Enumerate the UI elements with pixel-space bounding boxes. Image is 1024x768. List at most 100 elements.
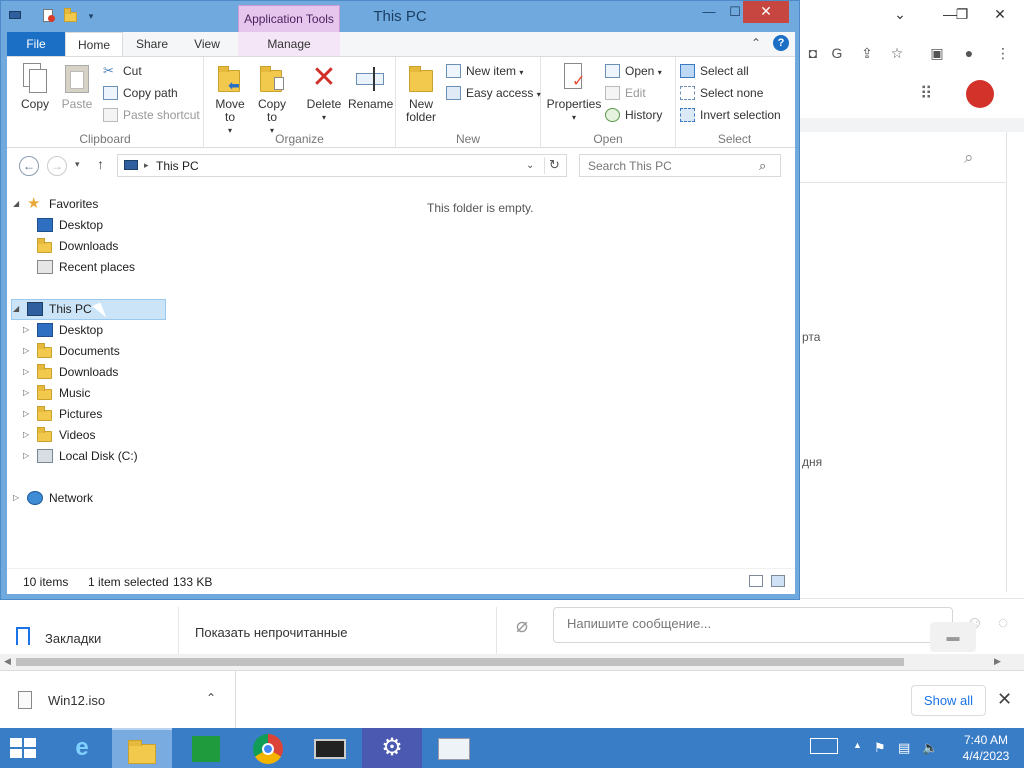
expand-arrow-icon[interactable]: ▷ — [23, 341, 29, 361]
collapse-arrow-icon[interactable]: ◢ — [13, 299, 19, 319]
divider — [496, 607, 497, 655]
remote-desktop-icon[interactable] — [300, 728, 360, 768]
up-button[interactable]: ↑ — [97, 156, 104, 172]
paperclip-icon[interactable]: ⌀ — [516, 613, 528, 638]
delete-button[interactable]: ✕ Delete ▾ — [304, 61, 344, 124]
collapse-arrow-icon[interactable]: ◢ — [13, 194, 19, 214]
rename-button[interactable]: Rename — [348, 61, 393, 111]
tab-home[interactable]: Home — [65, 32, 123, 56]
expand-arrow-icon[interactable]: ▷ — [23, 446, 29, 466]
recent-locations-icon[interactable]: ▾ — [75, 159, 80, 170]
share-icon[interactable]: ⇪ — [858, 44, 876, 62]
history-button[interactable]: History — [605, 105, 662, 125]
copy-to-button[interactable]: Copy to ▾ — [252, 61, 292, 137]
browser-restore-button[interactable]: ❐ — [948, 2, 976, 26]
apps-grid-icon[interactable]: ⠿ — [920, 84, 940, 104]
side-panel-icon[interactable]: ▣ — [928, 44, 946, 62]
properties-button[interactable]: ✓ Properties ▾ — [545, 61, 603, 124]
store-icon[interactable] — [176, 728, 236, 768]
menu-icon[interactable]: ⋮ — [994, 44, 1012, 62]
horizontal-scrollbar[interactable]: ◀ ▶ — [0, 654, 1024, 670]
forward-button[interactable]: → — [47, 156, 67, 176]
clock-time[interactable]: 7:40 AM — [956, 733, 1016, 747]
show-all-button[interactable]: Show all — [911, 685, 986, 716]
large-icons-view-icon[interactable] — [771, 575, 785, 587]
action-center-flag-icon[interactable]: ⚑ — [874, 740, 886, 756]
paste-shortcut-label: Paste shortcut — [123, 108, 200, 122]
help-icon[interactable]: ? — [773, 35, 789, 51]
details-view-icon[interactable] — [749, 575, 763, 587]
invert-selection-button[interactable]: Invert selection — [680, 105, 781, 125]
send-icon[interactable]: ◌ — [998, 613, 1008, 633]
taskbar: e ⚙ ▲ ⚑ ▤ 🔈 7:40 AM 4/4/2023 — [0, 728, 1024, 768]
show-hidden-icons-icon[interactable]: ▲ — [853, 740, 862, 750]
refresh-icon[interactable]: ↻ — [544, 157, 564, 174]
copy-path-button[interactable]: Copy path — [103, 83, 178, 103]
tree-label: Music — [59, 386, 91, 400]
browser-close-button[interactable]: ✕ — [986, 2, 1014, 26]
performance-monitor-icon[interactable] — [424, 728, 484, 768]
scroll-left-icon[interactable]: ◀ — [4, 656, 11, 667]
select-none-button[interactable]: Select none — [680, 83, 763, 103]
scroll-right-icon[interactable]: ▶ — [994, 656, 1001, 667]
download-item[interactable]: Win12.iso ⌃ — [0, 671, 236, 729]
open-button[interactable]: Open ▾ — [605, 61, 662, 81]
tab-view[interactable]: View — [183, 32, 231, 56]
easy-access-button[interactable]: Easy access ▾ — [446, 83, 541, 103]
breadcrumb[interactable]: This PC — [156, 159, 199, 173]
expand-arrow-icon[interactable]: ▷ — [13, 488, 19, 508]
cut-label: Cut — [123, 64, 142, 78]
search-input[interactable]: Search This PC — [579, 154, 781, 177]
search-icon[interactable]: ⌕ — [759, 158, 766, 174]
expand-arrow-icon[interactable]: ▷ — [23, 362, 29, 382]
bookmark-star-icon[interactable]: ☆ — [888, 44, 906, 62]
back-button[interactable]: ← — [19, 156, 39, 176]
paste-button[interactable]: Paste — [57, 61, 97, 111]
chevron-up-icon[interactable]: ⌃ — [206, 691, 216, 705]
close-button[interactable]: ✕ — [743, 1, 789, 23]
start-button[interactable] — [10, 738, 38, 760]
internet-explorer-icon[interactable]: e — [52, 728, 112, 768]
tab-list-button[interactable]: ⌄ — [886, 2, 914, 26]
collapse-ribbon-icon[interactable]: ⌃ — [751, 36, 761, 50]
expand-arrow-icon[interactable]: ▷ — [23, 425, 29, 445]
clock-date[interactable]: 4/4/2023 — [956, 749, 1016, 763]
select-all-button[interactable]: Select all — [680, 61, 749, 81]
paste-shortcut-button[interactable]: Paste shortcut — [103, 105, 200, 125]
address-dropdown-icon[interactable]: ⌄ — [526, 160, 534, 171]
chat-bubble-icon[interactable]: ▬ — [930, 622, 976, 652]
expand-arrow-icon[interactable]: ▷ — [23, 383, 29, 403]
expand-arrow-icon[interactable]: ▷ — [23, 320, 29, 340]
scrollbar-thumb[interactable] — [16, 658, 904, 666]
keyboard-icon[interactable] — [810, 738, 838, 754]
translate-icon[interactable]: G — [828, 44, 846, 62]
volume-muted-icon[interactable]: 🔈 — [922, 740, 938, 756]
videos-folder-icon — [37, 427, 53, 442]
settings-icon[interactable]: ⚙ — [362, 728, 422, 768]
close-icon[interactable]: ✕ — [997, 689, 1012, 710]
tab-file[interactable]: File — [7, 32, 65, 56]
message-input[interactable]: Напишите сообщение... — [553, 607, 953, 643]
file-explorer-icon[interactable] — [112, 728, 172, 768]
address-box[interactable]: ▸ This PC ⌄ ↻ — [117, 154, 567, 177]
tab-share[interactable]: Share — [127, 32, 177, 56]
lens-icon[interactable]: ◘ — [804, 44, 822, 62]
show-unread-link[interactable]: Показать непрочитанные — [195, 625, 348, 640]
expand-arrow-icon[interactable]: ▷ — [23, 404, 29, 424]
bookmarks-link[interactable]: Закладки — [45, 631, 101, 646]
minimize-button[interactable]: — — [697, 1, 721, 23]
profile-icon[interactable]: ● — [960, 44, 978, 62]
move-to-button[interactable]: ⬅ Move to ▾ — [210, 61, 250, 137]
edit-button[interactable]: Edit — [605, 83, 646, 103]
new-folder-label: New folder — [405, 97, 437, 124]
copy-button[interactable]: Copy — [15, 61, 55, 111]
user-avatar[interactable] — [966, 80, 994, 108]
network-tray-icon[interactable]: ▤ — [898, 740, 910, 756]
new-folder-button[interactable]: New folder — [402, 61, 440, 124]
tab-manage[interactable]: Manage — [238, 32, 340, 56]
breadcrumb-separator-icon[interactable]: ▸ — [144, 160, 149, 171]
chrome-icon[interactable] — [238, 728, 298, 768]
cut-button[interactable]: ✂ Cut — [103, 61, 142, 81]
search-icon[interactable]: ⌕ — [964, 148, 974, 168]
new-item-button[interactable]: New item ▾ — [446, 61, 523, 81]
